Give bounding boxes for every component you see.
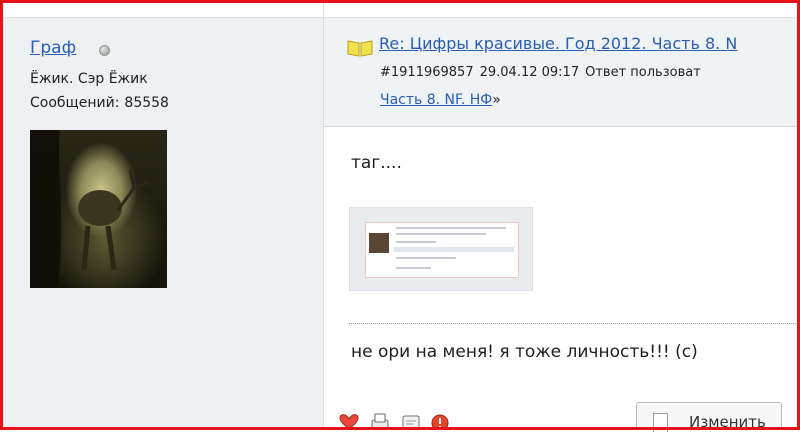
print-icon[interactable] bbox=[370, 413, 390, 430]
avatar[interactable] bbox=[30, 130, 167, 288]
book-icon bbox=[347, 40, 373, 57]
post-body: таг.... не ори на меня! я тоже личность!… bbox=[324, 127, 800, 427]
message-count: Сообщений: 85558 bbox=[30, 95, 169, 111]
alert-icon[interactable] bbox=[430, 413, 450, 430]
edit-button-label: Изменить bbox=[689, 413, 766, 431]
message-count-value: 85558 bbox=[124, 95, 169, 111]
thread-title-link[interactable]: Re: Цифры красивые. Год 2012. Часть 8. N bbox=[379, 34, 737, 53]
thread-subtitle: Часть 8. NF. НФ» bbox=[380, 92, 501, 108]
heart-icon[interactable] bbox=[339, 413, 359, 430]
edit-document-icon bbox=[653, 413, 668, 432]
user-info-panel: Граф Ёжик. Сэр Ёжик Сообщений: 85558 bbox=[3, 18, 324, 427]
reply-to-text: Ответ пользоват bbox=[585, 65, 701, 80]
top-strip bbox=[3, 3, 797, 18]
attached-image-thumbnail[interactable] bbox=[349, 207, 533, 291]
column-divider bbox=[323, 3, 324, 17]
signature-separator bbox=[349, 323, 800, 324]
avatar-image bbox=[30, 130, 149, 288]
quote-icon[interactable] bbox=[401, 413, 421, 430]
offline-status-icon bbox=[99, 45, 110, 56]
subtitle-suffix: » bbox=[492, 92, 501, 108]
username-link[interactable]: Граф bbox=[30, 38, 76, 58]
post-datetime: 29.04.12 09:17 bbox=[479, 65, 580, 80]
edit-button[interactable]: Изменить bbox=[636, 402, 782, 432]
post-header: Re: Цифры красивые. Год 2012. Часть 8. N… bbox=[324, 18, 800, 127]
post-text-line-1: таг.... bbox=[351, 153, 402, 173]
message-count-label: Сообщений: bbox=[30, 95, 120, 111]
thread-subtitle-link[interactable]: Часть 8. NF. НФ bbox=[380, 92, 492, 108]
thumbnail-content bbox=[365, 222, 519, 278]
post-id: #1911969857 bbox=[380, 65, 474, 80]
signature-text: не ори на меня! я тоже личность!!! (с) bbox=[351, 342, 698, 362]
user-rank-title: Ёжик. Сэр Ёжик bbox=[30, 71, 148, 87]
post-meta: #1911969857 29.04.12 09:17 Ответ пользоват bbox=[380, 65, 707, 80]
